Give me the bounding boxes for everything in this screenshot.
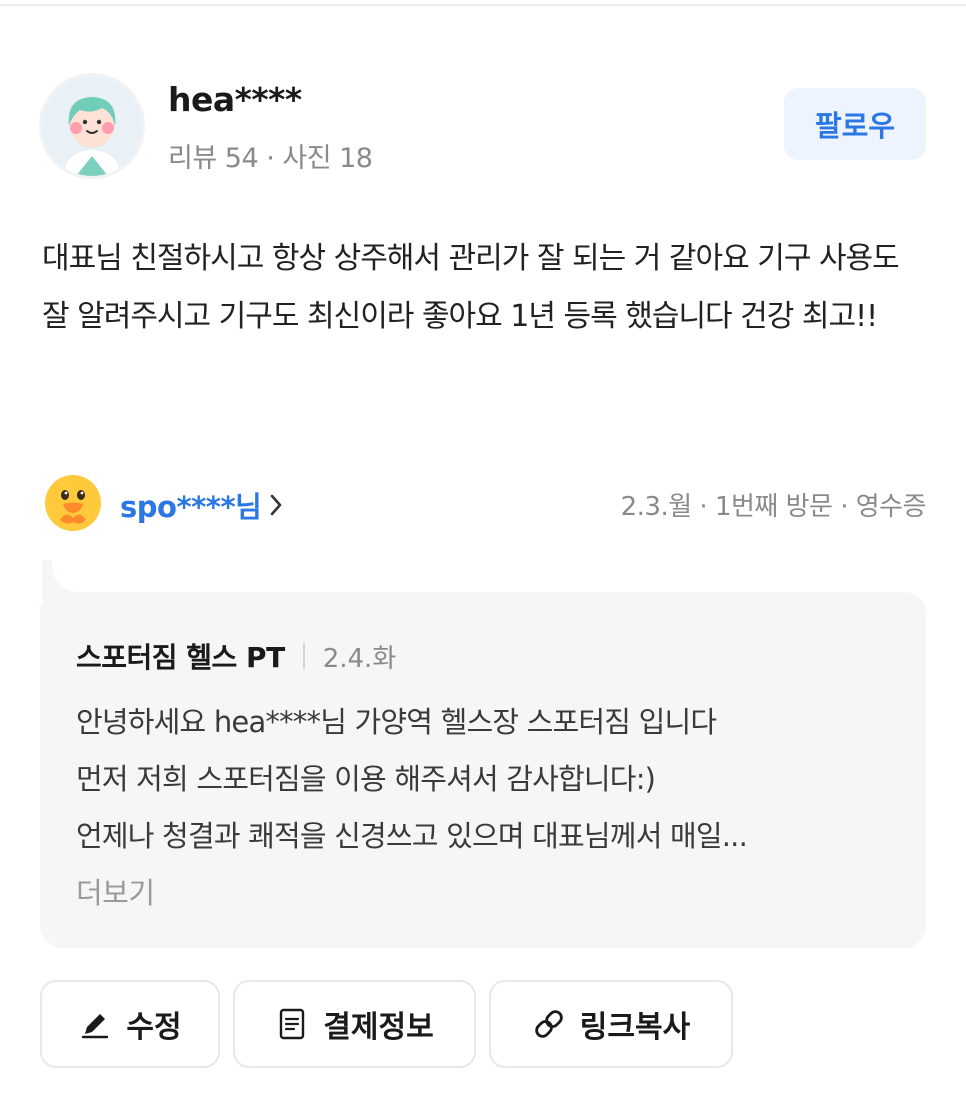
- owner-profile-link[interactable]: spo****님: [120, 484, 283, 526]
- edit-button[interactable]: 수정: [40, 980, 220, 1068]
- pencil-icon: [78, 1007, 112, 1041]
- copy-link-button[interactable]: 링크복사: [489, 980, 733, 1068]
- copy-link-label: 링크복사: [579, 1010, 691, 1045]
- more-link[interactable]: 더보기: [76, 865, 906, 922]
- visit-info-row: spo****님 2.3.월 · 1번째 방문 · 영수증: [42, 472, 927, 534]
- reply-line: 먼저 저희 스포터짐을 이용 해주셔서 감사합니다:): [76, 762, 656, 796]
- reply-business-name: 스포터짐 헬스 PT: [76, 641, 285, 674]
- reviewer-name[interactable]: hea****: [168, 80, 302, 119]
- duck-emoji-avatar[interactable]: [44, 474, 102, 532]
- user-avatar-illustration: [42, 76, 142, 176]
- owner-name: spo****님: [120, 490, 262, 524]
- reply-header: 스포터짐 헬스 PT 2.4.화: [76, 636, 396, 676]
- reviewer-stats: 리뷰 54 · 사진 18: [168, 143, 373, 174]
- edit-label: 수정: [126, 1010, 182, 1045]
- reply-date: 2.4.화: [322, 643, 397, 674]
- link-icon: [532, 1007, 566, 1041]
- reply-line: 안녕하세요 hea****님 가양역 헬스장 스포터짐 입니다: [76, 705, 717, 739]
- reply-body: 안녕하세요 hea****님 가양역 헬스장 스포터짐 입니다 먼저 저희 스포…: [76, 694, 906, 922]
- document-icon: [275, 1007, 309, 1041]
- payment-info-button[interactable]: 결제정보: [233, 980, 476, 1068]
- reply-divider: [302, 643, 305, 669]
- owner-reply: 스포터짐 헬스 PT 2.4.화 안녕하세요 hea****님 가양역 헬스장 …: [40, 592, 926, 948]
- review-text: 대표님 친절하시고 항상 상주해서 관리가 잘 되는 거 같아요 기구 사용도 …: [42, 241, 900, 334]
- reply-line: 언제나 청결과 쾌적을 신경쓰고 있으며 대표님께서 매일...: [76, 819, 748, 853]
- follow-button[interactable]: 팔로우: [784, 88, 926, 160]
- visit-meta: 2.3.월 · 1번째 방문 · 영수증: [620, 492, 927, 522]
- user-avatar[interactable]: [42, 76, 142, 176]
- payment-info-label: 결제정보: [323, 1010, 434, 1045]
- top-divider: [0, 4, 966, 6]
- chevron-right-icon: [270, 494, 282, 516]
